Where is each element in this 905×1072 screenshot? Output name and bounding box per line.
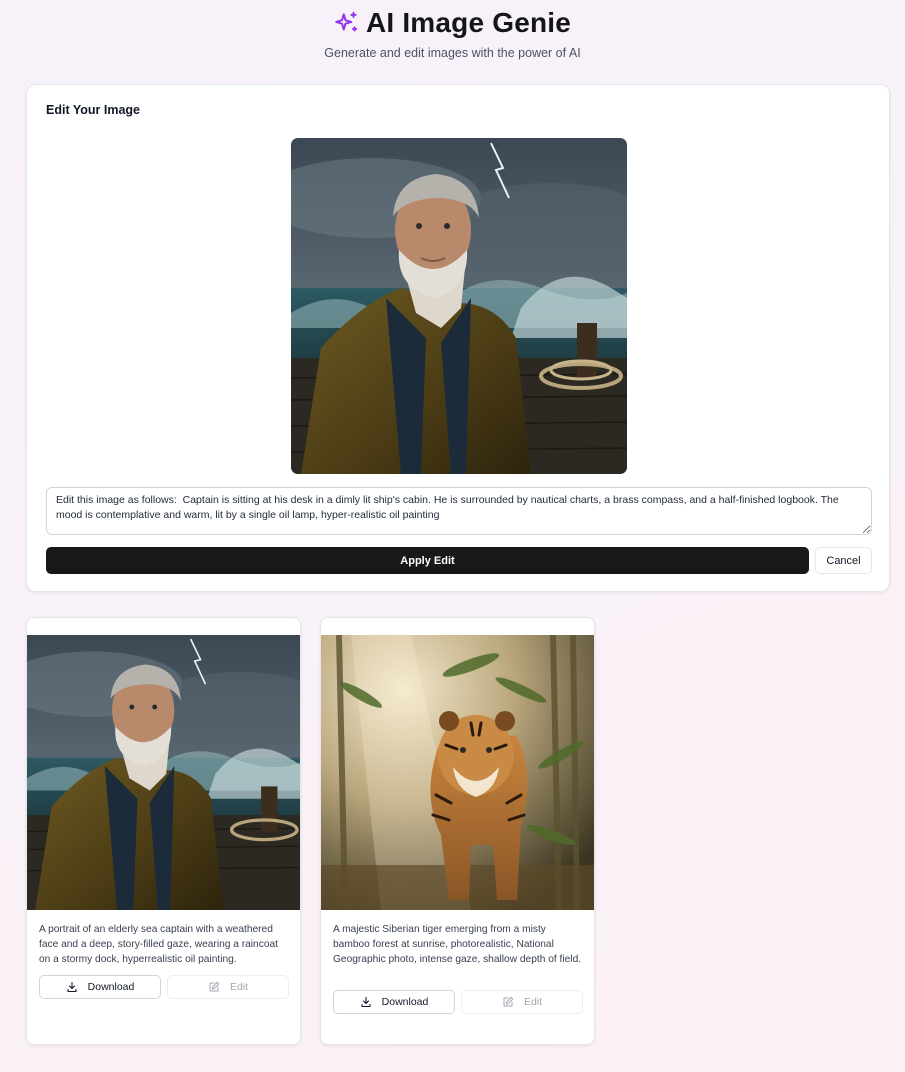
image-caption: A majestic Siberian tiger emerging from … <box>333 924 582 965</box>
download-label: Download <box>381 996 429 1008</box>
gallery-card: A majestic Siberian tiger emerging from … <box>320 617 595 1045</box>
sea-captain-image <box>27 635 300 910</box>
pencil-square-icon <box>208 981 220 993</box>
tiger-image <box>321 635 594 910</box>
download-button[interactable]: Download <box>39 975 161 999</box>
edit-button[interactable]: Edit <box>461 990 583 1014</box>
download-icon <box>360 996 372 1008</box>
edit-label: Edit <box>229 981 249 993</box>
edit-image-panel: Edit Your Image Edit this image as follo… <box>26 84 890 592</box>
card-actions: Download Edit <box>333 990 583 1014</box>
edit-button[interactable]: Edit <box>167 975 289 999</box>
app-header: AI Image Genie Generate and edit images … <box>0 0 905 60</box>
edit-label: Edit <box>523 996 543 1008</box>
edit-preview-image <box>291 138 627 474</box>
app-subtitle: Generate and edit images with the power … <box>324 46 581 60</box>
cancel-button[interactable]: Cancel <box>815 547 872 574</box>
edit-prompt-input[interactable]: Edit this image as follows: Captain is s… <box>46 487 872 535</box>
edit-panel-title: Edit Your Image <box>46 103 141 117</box>
gallery-card: A portrait of an elderly sea captain wit… <box>26 617 301 1045</box>
pencil-square-icon <box>502 996 514 1008</box>
app-title: AI Image Genie <box>365 7 572 38</box>
apply-edit-button[interactable]: Apply Edit <box>46 547 809 574</box>
download-button[interactable]: Download <box>333 990 455 1014</box>
sparkles-icon <box>334 10 360 36</box>
image-caption: A portrait of an elderly sea captain wit… <box>39 924 278 965</box>
download-icon <box>66 981 78 993</box>
title-row: AI Image Genie <box>0 6 905 40</box>
card-actions: Download Edit <box>39 975 289 999</box>
download-label: Download <box>87 981 135 993</box>
